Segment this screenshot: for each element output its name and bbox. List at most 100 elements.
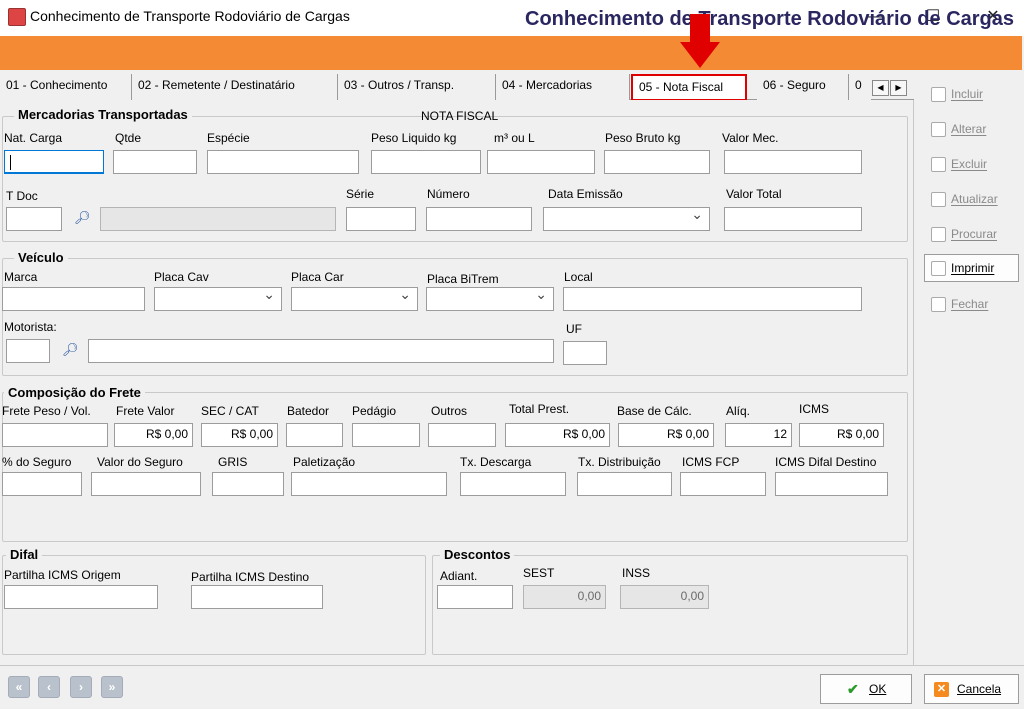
frete-peso-vol-input[interactable] [2, 423, 108, 447]
tab-next-partial[interactable]: 0 [849, 74, 871, 100]
frete-peso-vol-label: Frete Peso / Vol. [2, 404, 91, 418]
nat-carga-label: Nat. Carga [4, 131, 63, 145]
previous-record-button[interactable]: ‹ [38, 676, 60, 698]
pedagio-input[interactable] [352, 423, 420, 447]
header-banner [0, 36, 1022, 70]
t-doc-description [100, 207, 336, 231]
nat-carga-input[interactable] [4, 150, 104, 174]
inss-input: 0,00 [620, 585, 709, 609]
total-prest-input[interactable]: R$ 0,00 [505, 423, 610, 447]
placa-bitrem-select[interactable] [426, 286, 554, 311]
adiant-label: Adiant. [440, 569, 478, 583]
tab-outros-transp[interactable]: 03 - Outros / Transp. [338, 74, 496, 100]
procurar-button[interactable]: Procurar [924, 220, 1019, 248]
first-record-button[interactable]: « [8, 676, 30, 698]
banner-title: Conhecimento de Transporte Rodoviário de… [525, 8, 1014, 30]
partilha-destino-input[interactable] [191, 585, 323, 609]
delete-icon [931, 157, 946, 172]
tab-nota-fiscal[interactable]: 05 - Nota Fiscal [631, 74, 747, 101]
cancela-button[interactable]: ✕ Cancela [924, 674, 1019, 704]
base-calc-input[interactable]: R$ 0,00 [618, 423, 714, 447]
imprimir-label: Imprimir [951, 261, 995, 275]
aliq-input[interactable]: 12 [725, 423, 792, 447]
especie-input[interactable] [207, 150, 359, 174]
valor-total-input[interactable] [724, 207, 862, 231]
placa-cav-label: Placa Cav [154, 270, 209, 284]
veiculo-title: Veículo [14, 250, 68, 265]
batedor-input[interactable] [286, 423, 343, 447]
pct-seguro-input[interactable] [2, 472, 82, 496]
nota-fiscal-header: NOTA FISCAL [421, 109, 499, 123]
placa-car-select[interactable] [291, 286, 418, 311]
paletizacao-input[interactable] [291, 472, 447, 496]
sec-cat-input[interactable]: R$ 0,00 [201, 423, 278, 447]
peso-liquido-input[interactable] [371, 150, 481, 174]
icms-difal-destino-input[interactable] [775, 472, 888, 496]
save-refresh-icon [931, 192, 946, 207]
close-folder-icon [931, 297, 946, 312]
incluir-label: Incluir [951, 87, 984, 101]
tab-conhecimento[interactable]: 01 - Conhecimento [0, 74, 132, 100]
inss-label: INSS [622, 566, 651, 580]
data-emissao-label: Data Emissão [548, 187, 623, 201]
icms-input[interactable]: R$ 0,00 [799, 423, 884, 447]
placa-bitrem-label: Placa BiTrem [427, 272, 499, 286]
tx-distribuicao-label: Tx. Distribuição [578, 455, 661, 469]
excluir-button[interactable]: Excluir [924, 150, 1019, 178]
t-doc-input[interactable] [6, 207, 62, 231]
alterar-button[interactable]: Alterar [924, 115, 1019, 143]
valor-seguro-input[interactable] [91, 472, 201, 496]
total-prest-label: Total Prest. [509, 402, 570, 416]
fechar-button[interactable]: Fechar [924, 290, 1019, 318]
adiant-input[interactable] [437, 585, 513, 609]
serie-label: Série [346, 187, 375, 201]
atualizar-label: Atualizar [951, 192, 998, 206]
icms-fcp-input[interactable] [680, 472, 766, 496]
icms-difal-destino-label: ICMS Difal Destino [775, 455, 877, 469]
incluir-button[interactable]: Incluir [924, 80, 1019, 108]
tab-scroll-left-button[interactable]: ◀ [872, 80, 889, 96]
peso-bruto-input[interactable] [604, 150, 710, 174]
ok-button[interactable]: ✔ OK [820, 674, 912, 704]
qtde-input[interactable] [113, 150, 197, 174]
binoculars-motorista-icon[interactable]: 🔎︎ [62, 342, 79, 358]
tab-remetente-destinatario[interactable]: 02 - Remetente / Destinatário [132, 74, 338, 100]
motorista-code-input[interactable] [6, 339, 50, 363]
alterar-label: Alterar [951, 122, 987, 136]
especie-label: Espécie [207, 131, 250, 145]
tab-seguro[interactable]: 06 - Seguro [757, 74, 849, 100]
m3-ou-l-label: m³ ou L [494, 131, 535, 145]
numero-input[interactable] [426, 207, 532, 231]
frete-valor-input[interactable]: R$ 0,00 [114, 423, 193, 447]
imprimir-button[interactable]: Imprimir [924, 254, 1019, 282]
pct-seguro-label: % do Seguro [2, 455, 72, 469]
atualizar-button[interactable]: Atualizar [924, 185, 1019, 213]
icms-fcp-label: ICMS FCP [682, 455, 740, 469]
valor-mec-input[interactable] [724, 150, 862, 174]
composicao-frete-title: Composição do Frete [4, 385, 145, 400]
uf-input[interactable] [563, 341, 607, 365]
tx-descarga-input[interactable] [460, 472, 566, 496]
serie-input[interactable] [346, 207, 416, 231]
local-label: Local [564, 270, 593, 284]
gris-input[interactable] [212, 472, 284, 496]
local-input[interactable] [563, 287, 862, 311]
placa-cav-select[interactable] [154, 286, 282, 311]
m3-ou-l-input[interactable] [487, 150, 595, 174]
data-emissao-select[interactable] [543, 206, 710, 231]
binoculars-search-icon[interactable]: 🔎︎ [74, 210, 91, 226]
qtde-label: Qtde [115, 131, 142, 145]
tab-mercadorias[interactable]: 04 - Mercadorias [496, 74, 630, 100]
outros-input[interactable] [428, 423, 496, 447]
motorista-name-input[interactable] [88, 339, 554, 363]
peso-bruto-label: Peso Bruto kg [605, 131, 681, 145]
tab-scroll-right-button[interactable]: ▶ [890, 80, 907, 96]
icms-label: ICMS [799, 402, 829, 416]
tx-distribuicao-input[interactable] [577, 472, 672, 496]
partilha-origem-input[interactable] [4, 585, 158, 609]
ok-label: OK [869, 682, 887, 696]
next-record-button[interactable]: › [70, 676, 92, 698]
marca-input[interactable] [2, 287, 145, 311]
last-record-button[interactable]: » [101, 676, 123, 698]
batedor-label: Batedor [287, 404, 330, 418]
